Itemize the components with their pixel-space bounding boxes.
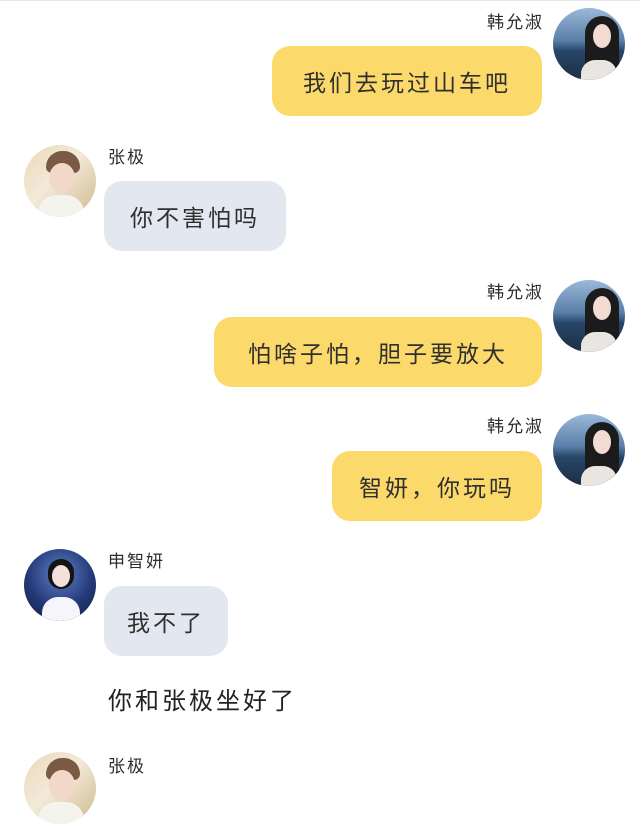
avatar[interactable] [553,8,625,80]
avatar[interactable] [24,752,96,824]
chat-bubble: 我不了 [104,586,228,656]
avatar[interactable] [553,280,625,352]
sender-name: 韩允淑 [487,283,544,303]
sender-name: 张极 [108,757,146,777]
avatar[interactable] [553,414,625,486]
chat-bubble: 你不害怕吗 [104,181,286,251]
sender-name: 韩允淑 [487,13,544,33]
avatar[interactable] [24,549,96,621]
sender-name: 张极 [108,148,146,168]
chat-bubble: 智妍，你玩吗 [332,451,542,521]
sender-name: 韩允淑 [487,417,544,437]
sender-name: 申智妍 [108,552,165,572]
avatar[interactable] [24,145,96,217]
narration-text: 你和张极坐好了 [108,687,297,715]
top-divider [0,0,640,1]
chat-bubble: 怕啥子怕，胆子要放大 [214,317,542,387]
chat-bubble: 我们去玩过山车吧 [272,46,542,116]
